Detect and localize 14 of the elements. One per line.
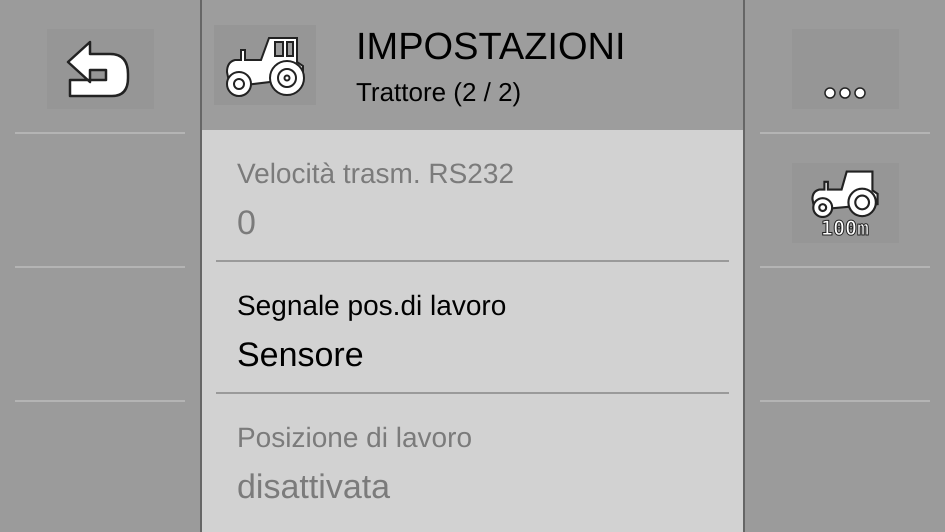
setting-value: Sensore xyxy=(237,336,365,375)
setting-value: disattivata xyxy=(237,468,392,507)
setting-label: Velocità trasm. RS232 xyxy=(237,158,516,190)
setting-label: Segnale pos.di lavoro xyxy=(237,290,508,322)
setting-value: 0 xyxy=(237,204,257,243)
setting-item[interactable]: Segnale pos.di lavoro Sensore xyxy=(216,262,729,394)
setting-label: Posizione di lavoro xyxy=(237,422,474,454)
screen-subtitle: Trattore (2 / 2) xyxy=(356,77,522,108)
distance-label: 100m xyxy=(820,218,870,238)
tractor-distance-button[interactable]: 100m xyxy=(792,163,898,243)
screen-title: IMPOSTAZIONI xyxy=(356,26,626,69)
tractor-icon xyxy=(809,168,881,218)
more-icon xyxy=(823,87,867,99)
back-button[interactable] xyxy=(46,29,154,109)
